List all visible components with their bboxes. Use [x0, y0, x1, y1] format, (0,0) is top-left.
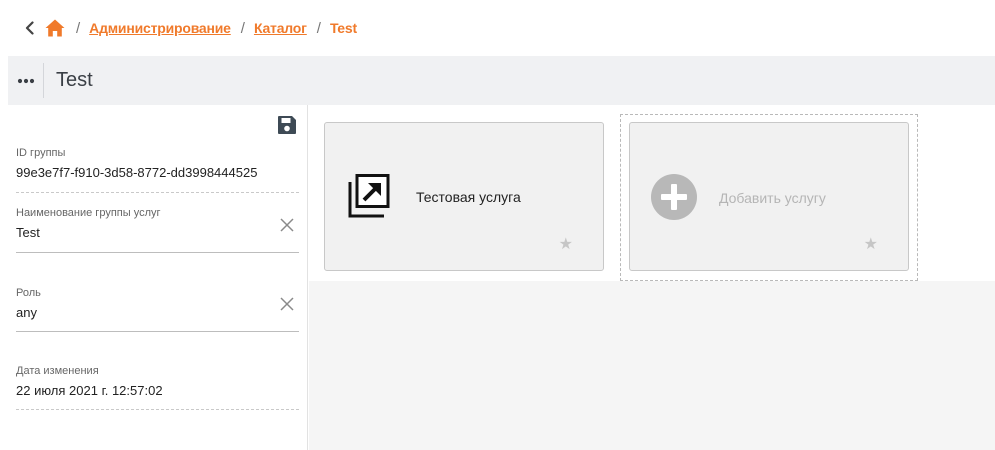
breadcrumb: / Администрирование / Каталог / Test: [0, 0, 995, 56]
open-external-icon: [347, 173, 393, 219]
breadcrumb-link-catalog[interactable]: Каталог: [254, 20, 307, 36]
role-field[interactable]: Роль any: [16, 287, 299, 332]
breadcrumb-separator: /: [240, 19, 245, 37]
field-label: Роль: [16, 287, 41, 299]
modified-date-value: 22 июля 2021 г. 12:57:02: [16, 383, 163, 398]
more-horizontal-icon[interactable]: [8, 63, 44, 98]
field-label: Наименование группы услуг: [16, 207, 161, 219]
floppy-disk-icon[interactable]: [277, 115, 297, 135]
home-icon[interactable]: [44, 17, 66, 39]
breadcrumb-link-administration[interactable]: Администрирование: [89, 20, 231, 36]
close-icon[interactable]: [279, 217, 295, 233]
modified-date-field: Дата изменения 22 июля 2021 г. 12:57:02: [16, 365, 299, 410]
group-form-panel: ID группы 99e3e7f7-f910-3d58-8772-dd3998…: [8, 105, 308, 450]
title-bar: Test: [8, 56, 995, 105]
field-label: Дата изменения: [16, 365, 99, 377]
star-icon[interactable]: ★: [864, 234, 878, 254]
star-icon[interactable]: ★: [559, 234, 573, 254]
breadcrumb-separator: /: [316, 19, 321, 37]
group-id-field: ID группы 99e3e7f7-f910-3d58-8772-dd3998…: [16, 147, 299, 193]
breadcrumb-separator: /: [76, 19, 81, 37]
chevron-left-icon[interactable]: [22, 18, 36, 38]
services-area: Тестовая услуга ★ Добавить услугу ★: [309, 105, 995, 450]
group-id-value: 99e3e7f7-f910-3d58-8772-dd3998444525: [16, 165, 258, 180]
page-title: Test: [56, 69, 93, 91]
field-label: ID группы: [16, 147, 66, 159]
add-circle-icon: [650, 173, 698, 221]
group-name-value[interactable]: Test: [16, 225, 299, 240]
add-service-card[interactable]: Добавить услугу ★: [629, 122, 909, 271]
group-name-field[interactable]: Наименование группы услуг Test: [16, 207, 299, 253]
breadcrumb-current: Test: [329, 20, 357, 36]
add-service-title: Добавить услугу: [719, 190, 826, 206]
service-card-title: Тестовая услуга: [416, 189, 521, 205]
close-icon[interactable]: [279, 296, 295, 312]
role-value[interactable]: any: [16, 305, 299, 320]
service-card[interactable]: Тестовая услуга ★: [324, 122, 604, 271]
